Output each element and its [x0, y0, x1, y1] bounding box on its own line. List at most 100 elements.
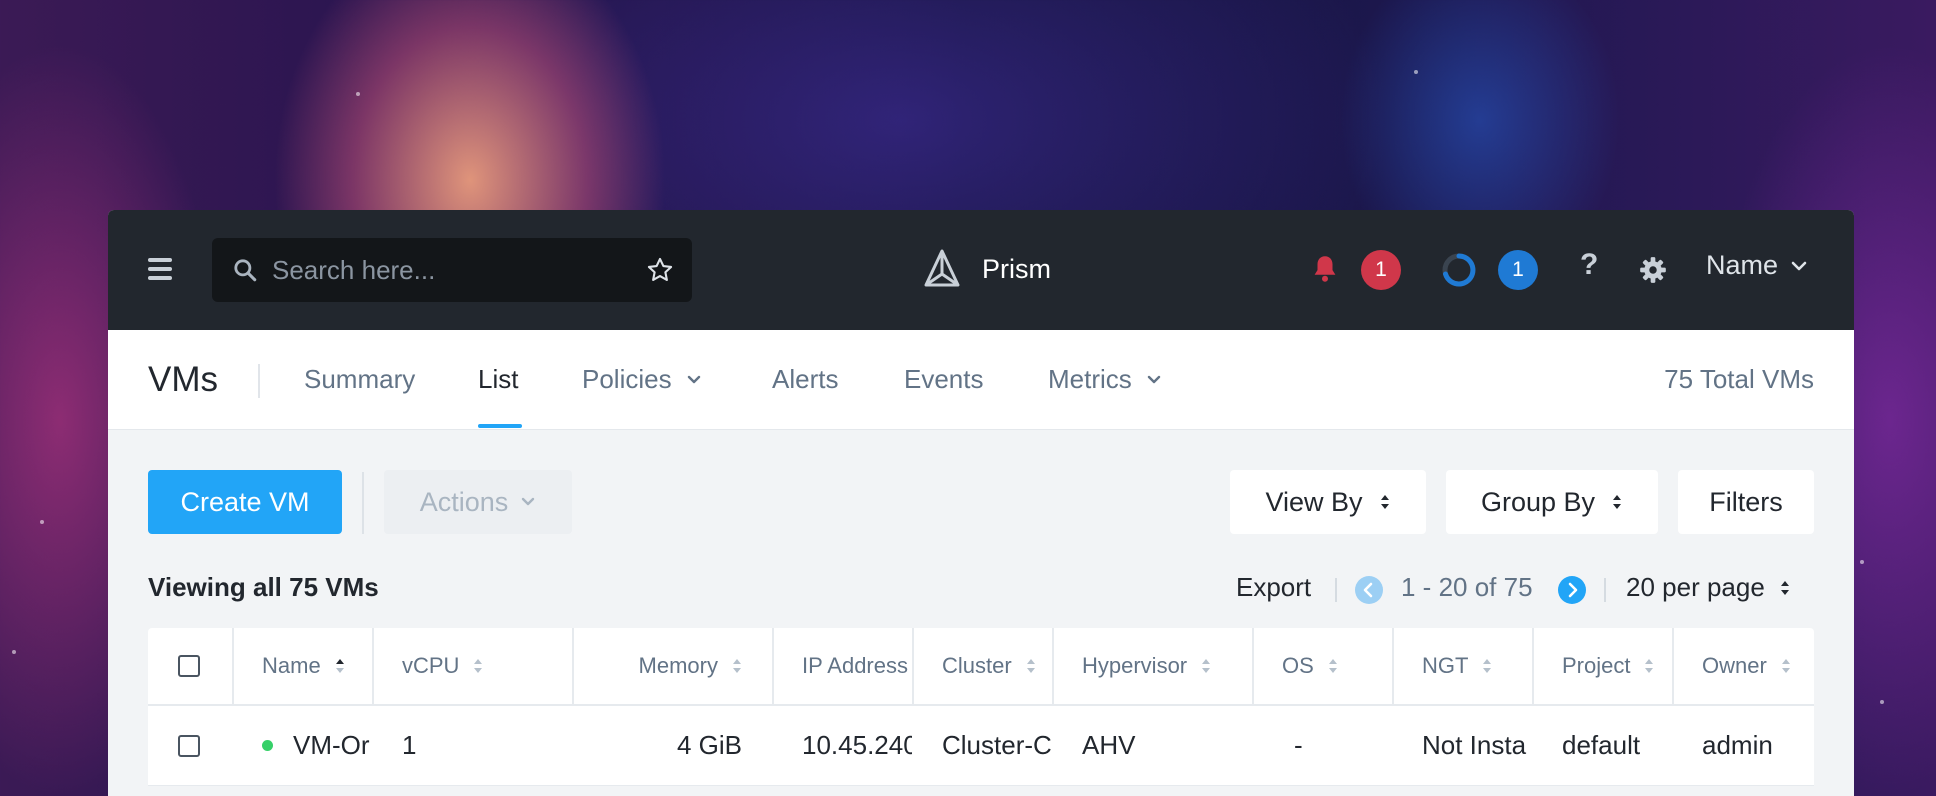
brand: Prism — [922, 248, 1051, 290]
help-icon[interactable]: ? — [1580, 248, 1598, 282]
column-label: OS — [1282, 653, 1314, 678]
background-star — [1860, 560, 1864, 564]
group-by-label: Group By — [1480, 486, 1596, 517]
pagination-divider — [1335, 578, 1337, 602]
column-divider — [1532, 628, 1534, 706]
column-divider — [912, 628, 914, 706]
column-header-name[interactable]: Name — [262, 628, 372, 704]
per-page-select[interactable]: 20 per page — [1626, 572, 1791, 603]
create-vm-label: Create VM — [180, 486, 310, 517]
tab-label: Policies — [582, 364, 672, 394]
sort-arrows-icon — [1780, 580, 1789, 595]
chevron-down-icon — [687, 375, 700, 383]
ip-address-cell: 10.45.240 — [802, 730, 912, 760]
hypervisor-cell: AHV — [1082, 730, 1136, 760]
create-vm-button[interactable]: Create VM — [148, 470, 342, 534]
ngt-cell: Not Insta — [1422, 730, 1527, 760]
column-label: Cluster — [942, 653, 1012, 678]
toolbar-divider — [362, 472, 364, 534]
sort-arrows-icon — [1645, 659, 1654, 673]
tab-events[interactable]: Events — [904, 364, 984, 395]
column-header-memory[interactable]: Memory — [572, 628, 772, 704]
tab-summary[interactable]: Summary — [304, 364, 415, 395]
vm-name[interactable]: VM-Or — [293, 730, 370, 761]
column-header-os[interactable]: OS — [1282, 628, 1392, 704]
star-favorite-icon[interactable] — [646, 256, 674, 284]
actions-dropdown[interactable]: Actions — [384, 470, 572, 534]
vm-name-cell[interactable]: VM-Or — [262, 706, 372, 785]
tab-list[interactable]: List — [478, 364, 518, 395]
top-bar: Prism 1 1 ? — [108, 210, 1854, 330]
background-star — [12, 650, 16, 654]
chevron-right-icon — [1568, 582, 1578, 598]
chevron-down-icon — [1147, 375, 1160, 383]
column-divider — [1252, 628, 1254, 706]
previous-page-button[interactable] — [1355, 576, 1383, 604]
viewing-summary: Viewing all 75 VMs — [148, 572, 379, 602]
bell-icon[interactable] — [1311, 254, 1339, 284]
column-header-ngt[interactable]: NGT — [1422, 628, 1532, 704]
search-input[interactable] — [272, 254, 632, 286]
tasks-count-badge[interactable]: 1 — [1498, 250, 1538, 290]
select-all-checkbox[interactable] — [178, 655, 200, 677]
prism-logo-icon — [924, 249, 960, 287]
column-label: Name — [262, 653, 321, 678]
filters-button[interactable]: Filters — [1678, 470, 1814, 534]
next-page-button[interactable] — [1558, 576, 1586, 604]
column-label: Hypervisor — [1082, 653, 1188, 678]
sort-arrows-icon — [474, 659, 483, 673]
power-on-status-dot — [262, 740, 273, 751]
column-label: vCPU — [402, 653, 460, 678]
active-tab-indicator — [478, 424, 522, 428]
group-by-dropdown[interactable]: Group By — [1446, 470, 1658, 534]
user-menu[interactable]: Name — [1706, 250, 1808, 281]
column-header-project[interactable]: Project — [1562, 628, 1672, 704]
hamburger-menu-icon[interactable] — [148, 258, 172, 282]
tab-metrics[interactable]: Metrics — [1048, 364, 1162, 395]
column-divider — [1392, 628, 1394, 706]
project-cell: default — [1562, 730, 1641, 760]
chevron-left-icon — [1363, 582, 1373, 598]
column-label: Owner — [1702, 653, 1767, 678]
tab-alerts[interactable]: Alerts — [772, 364, 838, 395]
column-label: NGT — [1422, 653, 1469, 678]
column-header-ip-address[interactable]: IP Address — [802, 628, 912, 704]
sort-arrows-icon — [733, 659, 741, 673]
alerts-count-badge[interactable]: 1 — [1361, 250, 1401, 290]
chevron-down-icon — [1791, 261, 1807, 270]
column-label: Project — [1562, 653, 1631, 678]
column-header-cluster[interactable]: Cluster — [942, 628, 1052, 704]
tab-label: Events — [904, 364, 984, 394]
table-header: Name vCPU Memory IP Address Cluster Hype… — [148, 628, 1814, 706]
sort-arrows-icon — [1026, 659, 1035, 673]
sort-arrows-icon — [1613, 495, 1622, 509]
per-page-label: 20 per page — [1626, 572, 1765, 602]
cluster-cell[interactable]: Cluster-C — [942, 706, 1052, 785]
column-divider — [772, 628, 774, 706]
tab-label: Alerts — [772, 364, 839, 394]
user-name: Name — [1706, 250, 1779, 280]
nav-divider — [258, 364, 260, 398]
view-by-label: View By — [1265, 486, 1363, 517]
column-header-hypervisor[interactable]: Hypervisor — [1082, 628, 1252, 704]
section-nav: VMs Summary List Policies Alerts Events … — [108, 330, 1854, 430]
tab-policies[interactable]: Policies — [582, 364, 702, 395]
column-divider — [372, 628, 374, 706]
view-by-dropdown[interactable]: View By — [1230, 470, 1426, 534]
gear-icon[interactable] — [1639, 256, 1667, 284]
tab-label: Summary — [304, 364, 416, 394]
total-vms-count: 75 Total VMs — [1664, 364, 1814, 394]
column-header-vcpu[interactable]: vCPU — [402, 628, 572, 704]
tasks-spinner-icon[interactable] — [1441, 252, 1477, 288]
sort-ascending-icon — [335, 659, 344, 673]
sort-arrows-icon — [1781, 659, 1790, 673]
os-cell: - — [1294, 730, 1303, 760]
table-row[interactable]: VM-Or 1 4 GiB 10.45.240 Cluster-C AHV - … — [148, 706, 1814, 786]
tab-label: List — [478, 364, 519, 394]
background-star — [356, 92, 360, 96]
export-button[interactable]: Export — [1236, 572, 1311, 603]
column-label: Memory — [638, 653, 718, 678]
row-checkbox[interactable] — [178, 734, 200, 757]
background-star — [1414, 70, 1418, 74]
column-header-owner[interactable]: Owner — [1702, 628, 1814, 704]
